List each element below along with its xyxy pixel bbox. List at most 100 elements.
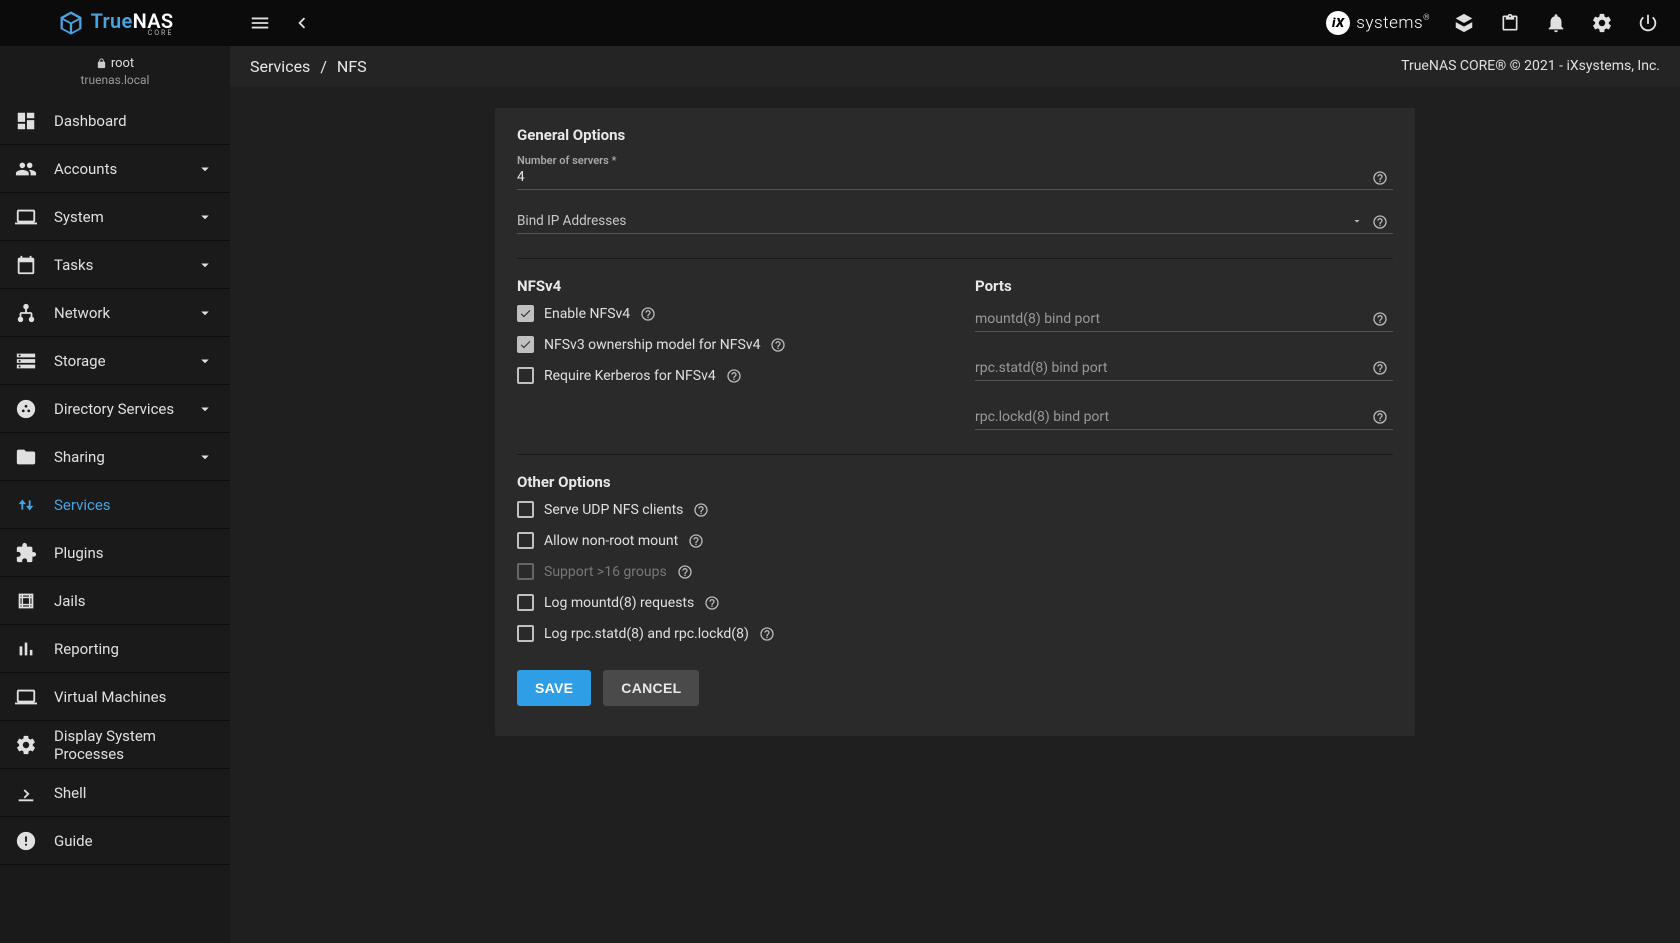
sidebar-item-accounts[interactable]: Accounts <box>0 145 230 193</box>
mountd-port-label: mountd(8) bind port <box>975 311 1367 327</box>
sidebar-item-directory-services[interactable]: Directory Services <box>0 385 230 433</box>
statd-port-field[interactable]: rpc.statd(8) bind port <box>975 354 1393 381</box>
nav-icon <box>14 733 38 757</box>
num-servers-value[interactable]: 4 <box>517 169 1367 187</box>
sidebar-item-label: Dashboard <box>54 112 214 130</box>
allow-nonroot-label: Allow non-root mount <box>544 533 678 549</box>
sidebar-item-dashboard[interactable]: Dashboard <box>0 97 230 145</box>
sidebar-item-label: Directory Services <box>54 400 180 418</box>
mountd-port-field[interactable]: mountd(8) bind port <box>975 305 1393 332</box>
sidebar-item-tasks[interactable]: Tasks <box>0 241 230 289</box>
sidebar-item-plugins[interactable]: Plugins <box>0 529 230 577</box>
nav-icon <box>14 829 38 853</box>
chevron-down-icon <box>196 352 214 370</box>
breadcrumb-sep: / <box>320 57 327 76</box>
help-icon[interactable] <box>688 533 704 549</box>
bind-ip-field[interactable]: Bind IP Addresses <box>517 212 1393 234</box>
checkbox-icon <box>517 625 534 642</box>
nfsv3-ownership-label: NFSv3 ownership model for NFSv4 <box>544 337 760 353</box>
sidebar-item-display-system-processes[interactable]: Display System Processes <box>0 721 230 769</box>
chevron-down-icon <box>196 400 214 418</box>
log-rpc-checkbox[interactable]: Log rpc.statd(8) and rpc.lockd(8) <box>517 625 1393 642</box>
help-icon[interactable] <box>704 595 720 611</box>
nav-icon <box>14 445 38 469</box>
nav-icon <box>14 493 38 517</box>
log-mountd-checkbox[interactable]: Log mountd(8) requests <box>517 594 1393 611</box>
help-icon[interactable] <box>759 626 775 642</box>
breadcrumb-services[interactable]: Services <box>250 57 310 76</box>
help-icon[interactable] <box>726 368 742 384</box>
settings-icon[interactable] <box>1590 11 1614 35</box>
power-icon[interactable] <box>1636 11 1660 35</box>
sidebar-item-reporting[interactable]: Reporting <box>0 625 230 673</box>
menu-toggle-button[interactable] <box>248 11 272 35</box>
chevron-down-icon <box>196 304 214 322</box>
nfsv3-ownership-checkbox[interactable]: NFSv3 ownership model for NFSv4 <box>517 336 935 353</box>
section-general-title: General Options <box>517 126 1393 144</box>
topbar: TrueNAS CORE iX systems® <box>0 0 1680 46</box>
help-icon[interactable] <box>1367 409 1393 425</box>
section-other-title: Other Options <box>517 473 1393 491</box>
sidebar-item-jails[interactable]: Jails <box>0 577 230 625</box>
support-16-groups-label: Support >16 groups <box>544 564 667 580</box>
sidebar-item-network[interactable]: Network <box>0 289 230 337</box>
user-host: truenas.local <box>0 73 230 87</box>
sidebar-item-services[interactable]: Services <box>0 481 230 529</box>
save-button[interactable]: SAVE <box>517 670 591 706</box>
sidebar-item-label: Plugins <box>54 544 214 562</box>
checkbox-icon <box>517 532 534 549</box>
enable-nfsv4-checkbox[interactable]: Enable NFSv4 <box>517 305 935 322</box>
sidebar-item-label: Network <box>54 304 180 322</box>
notifications-icon[interactable] <box>1544 11 1568 35</box>
nav-icon <box>14 781 38 805</box>
user-name: root <box>111 56 134 71</box>
lockd-port-field[interactable]: rpc.lockd(8) bind port <box>975 403 1393 430</box>
dropdown-arrow-icon[interactable] <box>1351 212 1363 231</box>
cancel-button[interactable]: CANCEL <box>603 670 699 706</box>
lock-icon <box>96 58 107 69</box>
checkbox-icon <box>517 501 534 518</box>
num-servers-field[interactable]: Number of servers * 4 <box>517 154 1393 190</box>
help-icon[interactable] <box>1367 360 1393 376</box>
allow-nonroot-checkbox[interactable]: Allow non-root mount <box>517 532 1393 549</box>
serve-udp-label: Serve UDP NFS clients <box>544 502 683 518</box>
sidebar-item-virtual-machines[interactable]: Virtual Machines <box>0 673 230 721</box>
help-icon[interactable] <box>693 502 709 518</box>
breadcrumb-nfs[interactable]: NFS <box>337 57 367 76</box>
ix-icon: iX <box>1326 11 1350 35</box>
checkbox-checked-icon <box>517 336 534 353</box>
sidebar-item-shell[interactable]: Shell <box>0 769 230 817</box>
require-kerberos-checkbox[interactable]: Require Kerberos for NFSv4 <box>517 367 935 384</box>
sidebar-item-label: Reporting <box>54 640 214 658</box>
sidebar-item-storage[interactable]: Storage <box>0 337 230 385</box>
sidebar: root truenas.local Dashboard Accounts Syst… <box>0 46 230 943</box>
sidebar-item-sharing[interactable]: Sharing <box>0 433 230 481</box>
help-icon[interactable] <box>1367 311 1393 327</box>
help-icon[interactable] <box>1367 214 1393 230</box>
help-icon[interactable] <box>677 564 693 580</box>
nav-icon <box>14 397 38 421</box>
nav-icon <box>14 109 38 133</box>
log-mountd-label: Log mountd(8) requests <box>544 595 694 611</box>
clipboard-icon[interactable] <box>1498 11 1522 35</box>
sidebar-item-guide[interactable]: Guide <box>0 817 230 865</box>
help-icon[interactable] <box>1367 170 1393 186</box>
sidebar-item-label: System <box>54 208 180 226</box>
lockd-port-label: rpc.lockd(8) bind port <box>975 409 1367 425</box>
require-kerberos-label: Require Kerberos for NFSv4 <box>544 368 716 384</box>
back-button[interactable] <box>290 11 314 35</box>
serve-udp-checkbox[interactable]: Serve UDP NFS clients <box>517 501 1393 518</box>
section-ports-title: Ports <box>975 277 1393 295</box>
sidebar-item-label: Tasks <box>54 256 180 274</box>
content-area: Services / NFS TrueNAS CORE® © 2021 - iX… <box>230 46 1680 943</box>
checkbox-icon <box>517 594 534 611</box>
nav-icon <box>14 589 38 613</box>
help-icon[interactable] <box>640 306 656 322</box>
help-icon[interactable] <box>770 337 786 353</box>
brand-logo[interactable]: TrueNAS CORE <box>0 0 230 46</box>
ixsystems-logo[interactable]: iX systems® <box>1326 11 1430 35</box>
sidebar-item-system[interactable]: System <box>0 193 230 241</box>
truecommand-icon[interactable] <box>1452 11 1476 35</box>
ixsystems-text: systems <box>1356 13 1423 33</box>
sidebar-item-label: Virtual Machines <box>54 688 214 706</box>
